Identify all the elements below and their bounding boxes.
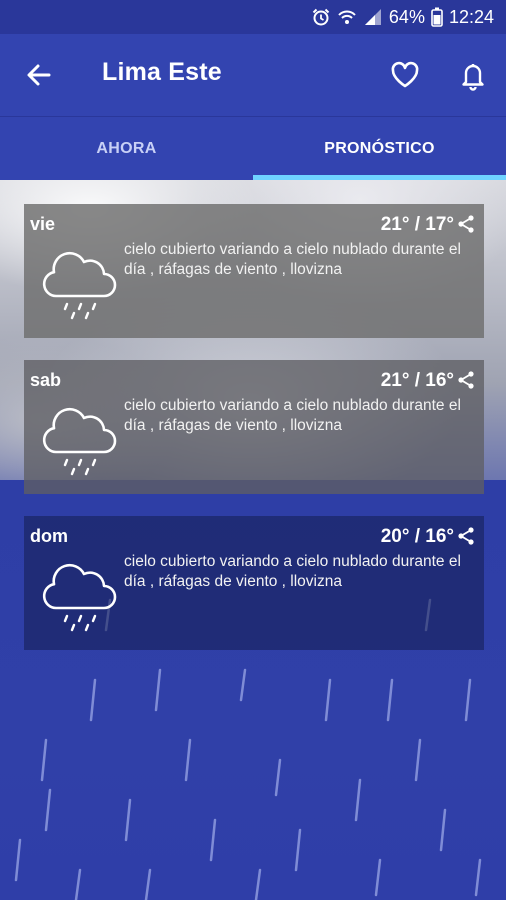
forecast-temperature: 20° / 16° [380, 526, 454, 547]
cloud-drizzle-icon [36, 402, 120, 478]
forecast-temperature: 21° / 17° [380, 214, 454, 235]
share-icon[interactable] [456, 370, 476, 390]
forecast-temperature: 21° / 16° [380, 370, 454, 391]
status-bar: 64% 12:24 [0, 0, 506, 34]
bell-icon[interactable] [456, 58, 490, 92]
tab-label: PRONÓSTICO [324, 139, 435, 157]
forecast-day: sab [30, 370, 62, 390]
status-time: 12:24 [448, 6, 494, 27]
alarm-clock-icon [311, 7, 331, 27]
share-icon[interactable] [456, 526, 476, 546]
forecast-day: vie [30, 214, 56, 234]
tab-label: AHORA [96, 139, 157, 157]
battery-percent: 64% [388, 6, 425, 27]
tab-pronostico[interactable]: PRONÓSTICO [253, 117, 506, 180]
forecast-day: dom [30, 526, 68, 546]
cloud-drizzle-icon [36, 246, 120, 322]
battery-icon [431, 7, 443, 27]
arrow-left-icon[interactable] [22, 58, 56, 92]
app-bar: Lima Este [0, 34, 506, 116]
heart-outline-icon[interactable] [388, 58, 422, 92]
forecast-card[interactable]: dom 20° / 16° cielo cubierto variando a … [24, 516, 484, 650]
forecast-card[interactable]: sab 21° / 16° cielo cubierto variando a … [24, 360, 484, 494]
wifi-icon [337, 7, 357, 27]
forecast-description: cielo cubierto variando a cielo nublado … [124, 241, 461, 278]
tab-ahora[interactable]: AHORA [0, 117, 253, 180]
forecast-description: cielo cubierto variando a cielo nublado … [124, 553, 461, 590]
cloud-drizzle-icon [36, 558, 120, 634]
tab-bar: AHORA PRONÓSTICO [0, 116, 506, 180]
forecast-content[interactable]: vie 21° / 17° cielo cubierto variando a … [0, 180, 506, 900]
share-icon[interactable] [456, 214, 476, 234]
page-title: Lima Este [102, 58, 222, 86]
forecast-description: cielo cubierto variando a cielo nublado … [124, 397, 461, 434]
signal-icon [363, 7, 383, 27]
forecast-card[interactable]: vie 21° / 17° cielo cubierto variando a … [24, 204, 484, 338]
